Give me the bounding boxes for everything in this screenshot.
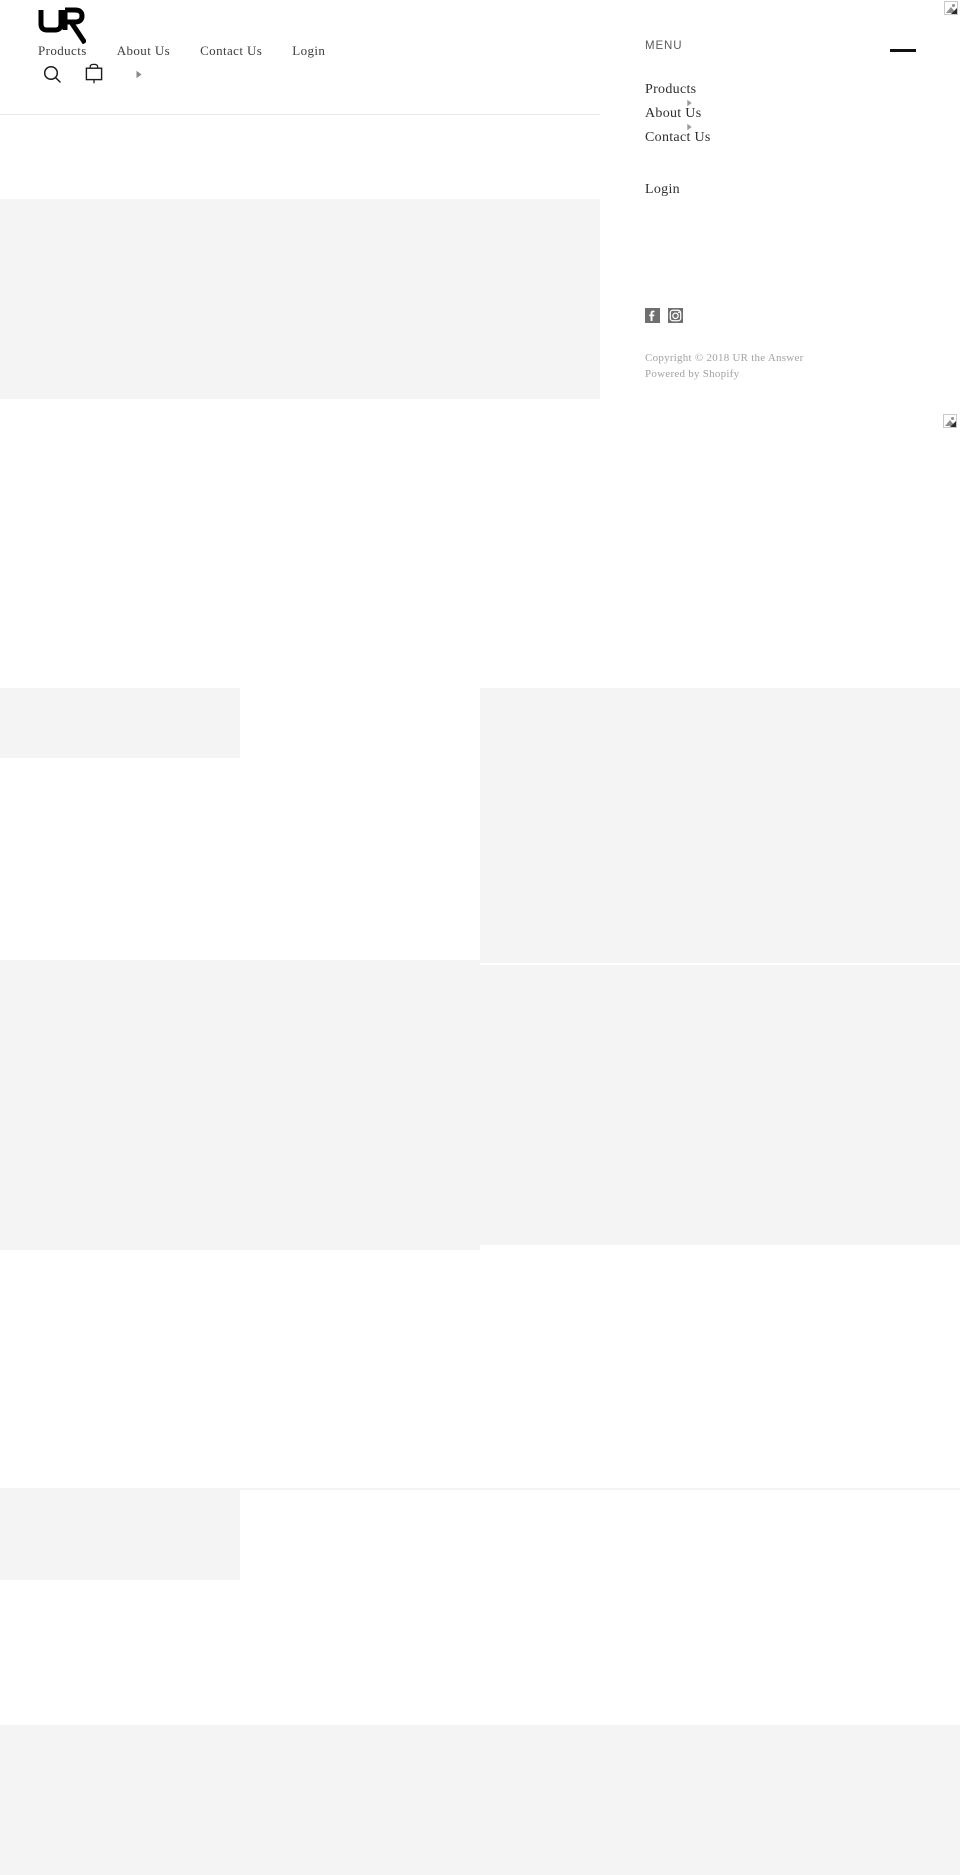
nav-link-contact-us[interactable]: Contact Us: [200, 42, 262, 60]
caret-right-icon[interactable]: [132, 67, 146, 81]
slideout-menu-panel: MENU Products About Us Contact Us Login …: [600, 0, 960, 420]
broken-image-icon-top: [944, 1, 958, 15]
placeholder-block-row1-right: [480, 688, 960, 963]
placeholder-block-hero: [0, 199, 600, 399]
broken-image-icon-secondary: [943, 414, 957, 428]
copyright-block: Copyright © 2018 UR the Answer Powered b…: [645, 350, 945, 382]
menu-title: MENU: [645, 40, 683, 52]
broken-image-corner: [951, 8, 957, 14]
page-root: Products About Us Contact Us Login MENU …: [0, 0, 960, 1875]
broken-image-dot: [952, 4, 955, 7]
placeholder-block-row2-right: [480, 965, 960, 1245]
facebook-icon[interactable]: [645, 308, 660, 323]
shopping-bag-icon[interactable]: [82, 62, 106, 86]
hamburger-icon[interactable]: [890, 44, 918, 56]
nav-link-login[interactable]: Login: [292, 42, 325, 60]
nav-link-products[interactable]: Products: [38, 42, 87, 60]
social-links: [645, 308, 683, 323]
instagram-icon[interactable]: [668, 308, 683, 323]
search-icon[interactable]: [40, 62, 64, 86]
site-header: Products About Us Contact Us Login: [0, 0, 600, 115]
primary-navigation: Products About Us Contact Us Login: [38, 42, 325, 60]
menu-item-login[interactable]: Login: [645, 180, 680, 200]
menu-panel-nav: Products About Us Contact Us: [600, 80, 960, 152]
placeholder-block-footer: [0, 1725, 960, 1875]
menu-row-products: Products: [600, 80, 960, 106]
powered-by-line: Powered by Shopify: [645, 366, 945, 382]
broken-image-dot: [951, 417, 954, 420]
nav-link-about-us[interactable]: About Us: [117, 42, 170, 60]
shopify-link[interactable]: Shopify: [703, 368, 740, 380]
menu-row-contact-us: Contact Us: [600, 128, 960, 152]
menu-item-products[interactable]: Products: [645, 80, 696, 100]
placeholder-block-row3-left: [0, 1488, 240, 1580]
placeholder-block-row1-left: [0, 688, 240, 758]
ur-logo-icon: [38, 7, 86, 44]
menu-item-about-us[interactable]: About Us: [645, 104, 701, 124]
placeholder-block-row2-left: [0, 960, 480, 1250]
placeholder-divider-row3: [240, 1488, 960, 1490]
menu-row-about-us: About Us: [600, 104, 960, 130]
hamburger-bar: [890, 48, 916, 52]
site-logo[interactable]: [38, 6, 86, 44]
menu-item-contact-us[interactable]: Contact Us: [645, 128, 711, 148]
header-utility-row: [40, 62, 146, 86]
powered-by-prefix: Powered by: [645, 368, 703, 380]
menu-panel-header: MENU: [600, 38, 960, 58]
copyright-text: Copyright © 2018 UR the Answer: [645, 352, 804, 364]
broken-image-corner: [950, 421, 956, 427]
header-divider: [0, 114, 600, 115]
